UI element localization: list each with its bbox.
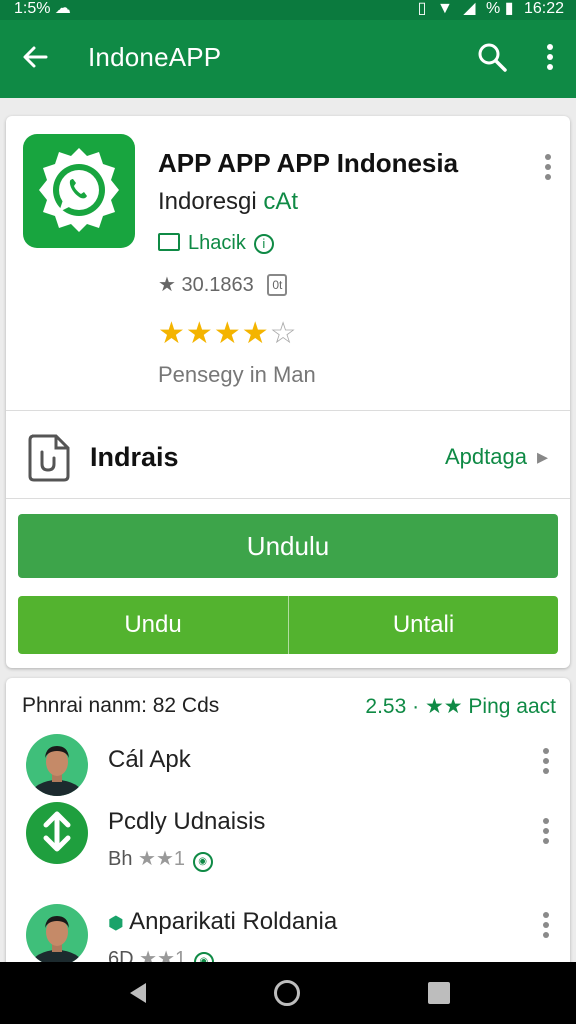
- star-filled-icon: ★: [185, 317, 214, 350]
- star-filled-icon: ★: [158, 317, 186, 350]
- install-link[interactable]: Apdtaga ▸: [445, 444, 548, 470]
- vibrate-icon: ▯: [417, 0, 427, 17]
- info-icon: i: [253, 234, 274, 254]
- app-icon[interactable]: [23, 134, 135, 248]
- install-button[interactable]: Undulu: [18, 514, 558, 578]
- divider: [6, 498, 570, 499]
- list-item[interactable]: ⬢ Anparikati Roldania 6D ★★1 ◉: [6, 900, 570, 968]
- content-rating-badge: 0t: [267, 274, 288, 296]
- app-bar-title: IndoneAPP: [88, 42, 222, 72]
- item-more-icon[interactable]: [540, 912, 552, 942]
- star-filled-icon: ★: [213, 317, 242, 350]
- avatar: [26, 904, 88, 966]
- app-subtitle: Indoresgi cAt: [158, 188, 298, 216]
- back-arrow-icon[interactable]: [20, 42, 50, 72]
- search-icon[interactable]: [476, 40, 508, 74]
- star-filled-icon: ★: [241, 317, 270, 350]
- star-icon: ★: [158, 274, 176, 296]
- app-subtitle-main: Indoresgi: [158, 188, 264, 215]
- item-name: ⬢ Anparikati Roldania: [108, 908, 337, 936]
- wifi-icon: ▼: [436, 0, 453, 17]
- right-action-button[interactable]: Untali: [288, 596, 558, 654]
- item-name: Pcdly Udnaisis: [108, 808, 266, 835]
- item-name: Cál Apk: [108, 746, 191, 773]
- status-right: ▯ ▼ ◢ % ▮ 16:22: [418, 0, 564, 18]
- rating-badge-icon: ◉: [192, 852, 213, 872]
- app-bar: IndoneAPP: [0, 20, 576, 98]
- download-count: 30.1863: [181, 274, 254, 296]
- battery-icon: ▮: [504, 0, 514, 17]
- cloud-icon: ☁: [54, 0, 71, 17]
- divider: [6, 410, 570, 411]
- section-heading: Phnrai nanm: 82 Cds: [22, 694, 220, 717]
- left-action-button[interactable]: Undu: [18, 596, 288, 654]
- image-icon: [158, 233, 180, 251]
- nav-home-icon[interactable]: [274, 980, 300, 1006]
- item-name-text: Anparikati Roldania: [129, 908, 338, 935]
- install-file-icon: [26, 432, 72, 482]
- item-more-icon[interactable]: [540, 818, 552, 848]
- status-left: 1:5% ☁: [14, 0, 77, 18]
- list-item[interactable]: Cál Apk: [6, 730, 570, 806]
- nav-back-icon[interactable]: [126, 981, 150, 1005]
- related-apps-card: Phnrai nanm: 82 Cds 2.53 · ★★ Ping aact …: [6, 678, 570, 968]
- verified-icon: ⬢: [108, 913, 124, 933]
- action-button-row: Undu Untali: [18, 596, 558, 654]
- signal-icon: ◢: [463, 0, 476, 17]
- status-bar: 1:5% ☁ ▯ ▼ ◢ % ▮ 16:22: [0, 0, 576, 20]
- item-meta: Bh ★★1 ◉: [108, 846, 213, 872]
- developer-name: Lhacik: [188, 232, 246, 254]
- list-item[interactable]: Pcdly Udnaisis Bh ★★1 ◉: [6, 802, 570, 892]
- chevron-right-icon: ▸: [536, 444, 548, 469]
- download-app-icon: [26, 802, 88, 864]
- developer-row[interactable]: Lhacik i: [158, 232, 274, 258]
- offer-text: Pensegy in Man: [158, 362, 316, 387]
- downloads-row: ★ 30.1863 0t: [158, 272, 288, 297]
- more-vert-icon[interactable]: [538, 40, 562, 74]
- install-link-label: Apdtaga: [444, 444, 527, 469]
- app-title: APP APP APP Indonesia: [158, 148, 459, 178]
- install-label: Indrais: [90, 442, 179, 472]
- app-detail-card: APP APP APP Indonesia Indoresgi cAt Lhac…: [6, 116, 570, 668]
- status-time: 1:5%: [14, 0, 51, 17]
- avatar: [26, 734, 88, 796]
- nav-recents-icon[interactable]: [428, 982, 450, 1004]
- item-meta-text: Bh: [108, 848, 133, 870]
- app-subtitle-accent: cAt: [263, 188, 299, 215]
- star-empty-icon: ☆: [269, 317, 298, 350]
- rating-stars: ★★★★☆: [158, 316, 298, 351]
- star-icon: ★★1: [138, 848, 186, 870]
- system-nav-bar: [0, 962, 576, 1024]
- item-more-icon[interactable]: [540, 748, 552, 778]
- status-clock: 16:22: [523, 0, 564, 17]
- card-more-icon[interactable]: [544, 154, 552, 184]
- battery-percent: %: [486, 0, 501, 17]
- section-link[interactable]: 2.53 · ★★ Ping aact: [365, 694, 556, 719]
